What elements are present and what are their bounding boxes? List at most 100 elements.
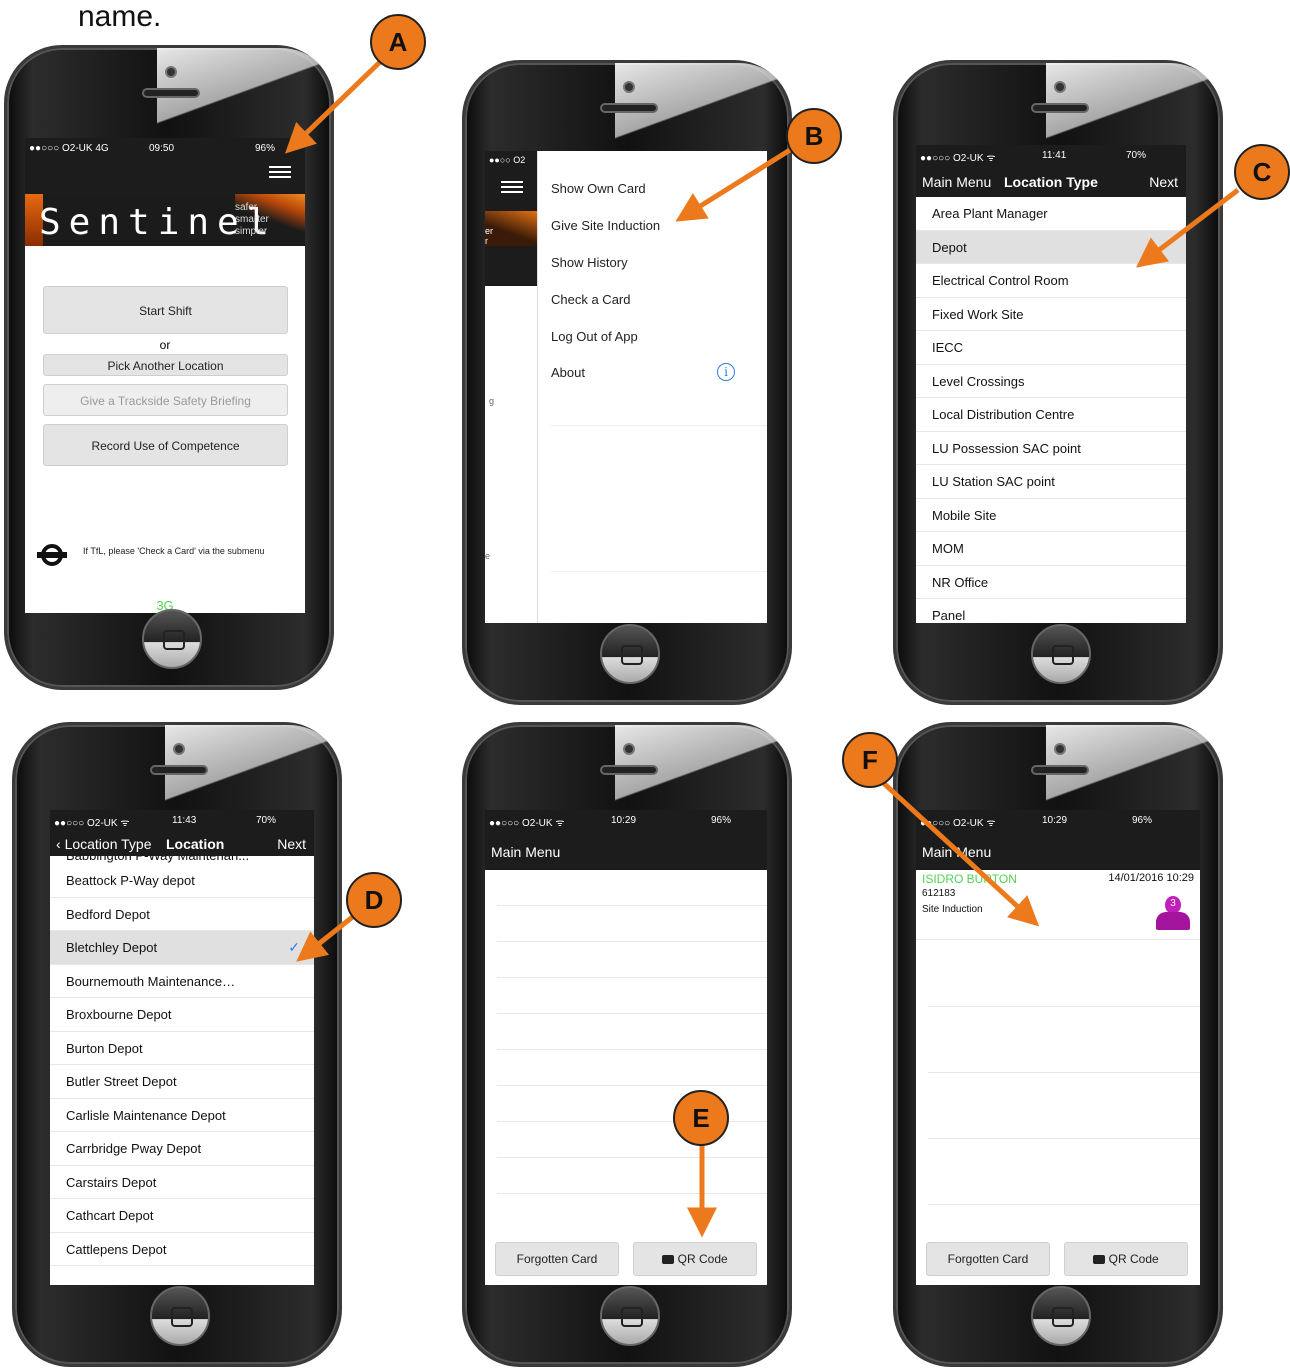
next-button[interactable]: Next [1149, 174, 1178, 190]
avatar-icon: 3 [1154, 896, 1192, 932]
phone-3: ●●○○○ O2-UK ᯤ 11:41 70% Main Menu Locati… [893, 60, 1226, 705]
main-view-peek: ●●○○ O2 er r [485, 151, 537, 286]
location-type-item[interactable]: Depot [916, 230, 1186, 264]
nav-title: Location [166, 836, 225, 852]
carrier-text: ●●○○○ O2-UK ᯤ [920, 818, 996, 829]
or-text: or [159, 338, 171, 352]
location-type-item[interactable]: Panel [916, 599, 1186, 623]
home-button[interactable] [600, 624, 660, 684]
record-row[interactable]: ISIDRO BURTON 14/01/2016 10:29 612183 Si… [916, 870, 1200, 940]
location-item[interactable]: Butler Street Depot [50, 1065, 314, 1099]
home-button[interactable] [142, 609, 202, 669]
location-type-item[interactable]: LU Possession SAC point [916, 432, 1186, 465]
status-bar: ●●○○○ O2-UK ᯤ 11:43 70% [50, 810, 314, 830]
location-item-label: Bedford Depot [66, 906, 150, 922]
status-bar: ●●○○○ O2-UK ᯤ 10:29 96% [916, 810, 1200, 830]
location-item[interactable]: Burton Depot [50, 1032, 314, 1065]
tfl-note: If TfL, please 'Check a Card' via the su… [83, 546, 265, 556]
phone-4: ●●○○○ O2-UK ᯤ 11:43 70% ‹ Location Type … [12, 722, 345, 1367]
record-id: 612183 [922, 888, 956, 899]
location-type-list: Area Plant Manager Depot Electrical Contro… [916, 197, 1186, 623]
camera-icon [1054, 81, 1066, 93]
location-item[interactable]: Beattock P-Way depot [50, 864, 314, 898]
camera-icon [623, 743, 635, 755]
location-type-item[interactable]: Electrical Control Room [916, 264, 1186, 298]
location-type-item[interactable]: Level Crossings [916, 365, 1186, 398]
location-item[interactable]: Bedford Depot [50, 898, 314, 931]
partial-row: Babbington P-Way Maintenan... [50, 856, 314, 864]
location-item-label: Carstairs Depot [66, 1174, 157, 1190]
location-type-item[interactable]: IECC [916, 331, 1186, 365]
safety-briefing-button[interactable]: Give a Trackside Safety Briefing [43, 384, 288, 416]
record-type: Site Induction [922, 904, 983, 915]
record-competence-button[interactable]: Record Use of Competence [43, 424, 288, 466]
tfl-roundel-icon [37, 543, 67, 567]
location-type-item[interactable]: NR Office [916, 566, 1186, 599]
menu-check-card[interactable]: Check a Card [551, 292, 630, 307]
location-type-item[interactable]: Fixed Work Site [916, 298, 1186, 331]
location-type-item[interactable]: LU Station SAC point [916, 465, 1186, 499]
camera-icon [623, 81, 635, 93]
nav-bar: Main Menu [485, 830, 767, 870]
location-item-label: Carrbridge Pway Depot [66, 1141, 202, 1156]
forgotten-card-button[interactable]: Forgotten Card [926, 1242, 1050, 1276]
nav-title: Main Menu [922, 844, 992, 860]
screen-home: ●●○○○ O2-UK 4G 09:50 96% Sentinel safer s… [25, 138, 305, 613]
location-item-label: Cattlepens Depot [66, 1241, 167, 1257]
screen-main-menu-record: ●●○○○ O2-UK ᯤ 10:29 96% Main Menu ISIDRO… [916, 810, 1200, 1285]
back-button[interactable]: Main Menu [922, 174, 991, 190]
caption-text: name. [78, 0, 162, 33]
record-name: ISIDRO BURTON [922, 872, 1017, 886]
location-item[interactable]: Carstairs Depot [50, 1166, 314, 1199]
hamburger-menu-icon[interactable] [501, 178, 523, 196]
hamburger-menu-icon[interactable] [269, 163, 291, 181]
info-icon[interactable]: i [717, 363, 735, 381]
qr-code-button[interactable]: QR Code [1064, 1242, 1188, 1276]
home-button[interactable] [600, 1286, 660, 1346]
home-button[interactable] [1031, 1286, 1091, 1346]
forgotten-card-button[interactable]: Forgotten Card [495, 1242, 619, 1276]
location-item-label: Bournemouth Maintenance… [66, 973, 236, 989]
location-item-label: Broxbourne Depot [66, 1007, 172, 1022]
menu-log-out[interactable]: Log Out of App [551, 329, 638, 344]
pick-location-button[interactable]: Pick Another Location [43, 354, 288, 376]
next-button[interactable]: Next [277, 836, 306, 852]
location-item-label: Beattock P-Way depot [66, 873, 195, 888]
location-item[interactable]: Carlisle Maintenance Depot [50, 1099, 314, 1132]
location-item[interactable]: Bournemouth Maintenance… [50, 965, 314, 998]
location-type-item[interactable]: Mobile Site [916, 499, 1186, 532]
menu-about[interactable]: About [551, 365, 585, 380]
nav-bar: Main Menu [916, 830, 1200, 870]
location-item-label: Carlisle Maintenance Depot [66, 1107, 226, 1123]
status-bar: ●●○○○ O2-UK ᯤ 11:41 70% [916, 145, 1186, 165]
label-e: E [673, 1090, 729, 1146]
location-item[interactable]: Bletchley Depot ✓ [50, 931, 314, 965]
location-item[interactable]: Broxbourne Depot [50, 998, 314, 1032]
carrier-text: ●●○○○ O2-UK ᯤ [920, 153, 996, 164]
start-shift-button[interactable]: Start Shift [43, 286, 288, 334]
menu-show-own-card[interactable]: Show Own Card [551, 181, 646, 196]
camera-icon [662, 1255, 675, 1264]
battery-text: 96% [711, 815, 732, 826]
home-button[interactable] [1031, 624, 1091, 684]
phone-6: ●●○○○ O2-UK ᯤ 10:29 96% Main Menu ISIDRO… [893, 722, 1226, 1367]
menu-show-history[interactable]: Show History [551, 255, 628, 270]
location-item[interactable]: Cathcart Depot [50, 1199, 314, 1233]
phone-5: ●●○○○ O2-UK ᯤ 10:29 96% Main Menu Forgot… [462, 722, 795, 1367]
status-bar: ●●○○○ O2-UK ᯤ 10:29 96% [485, 810, 767, 830]
time-text: 10:29 [611, 815, 637, 826]
location-item[interactable]: Carrbridge Pway Depot [50, 1132, 314, 1166]
location-type-item[interactable]: Area Plant Manager [916, 197, 1186, 231]
qr-code-button[interactable]: QR Code [633, 1242, 757, 1276]
home-button[interactable] [150, 1286, 210, 1346]
back-button[interactable]: ‹ Location Type [56, 836, 151, 852]
location-item-label: Burton Depot [66, 1040, 143, 1056]
screen-side-menu: ●●○○ O2 er r g e Show Own Card Give Site … [485, 151, 767, 623]
menu-give-site-induction[interactable]: Give Site Induction [551, 218, 660, 233]
time-text: 11:43 [172, 815, 197, 826]
phone-1: ●●○○○ O2-UK 4G 09:50 96% Sentinel safer s… [4, 45, 337, 690]
location-item[interactable]: Cattlepens Depot [50, 1233, 314, 1266]
location-type-item[interactable]: MOM [916, 532, 1186, 566]
location-type-item[interactable]: Local Distribution Centre [916, 398, 1186, 432]
record-datetime: 14/01/2016 10:29 [1108, 872, 1194, 884]
